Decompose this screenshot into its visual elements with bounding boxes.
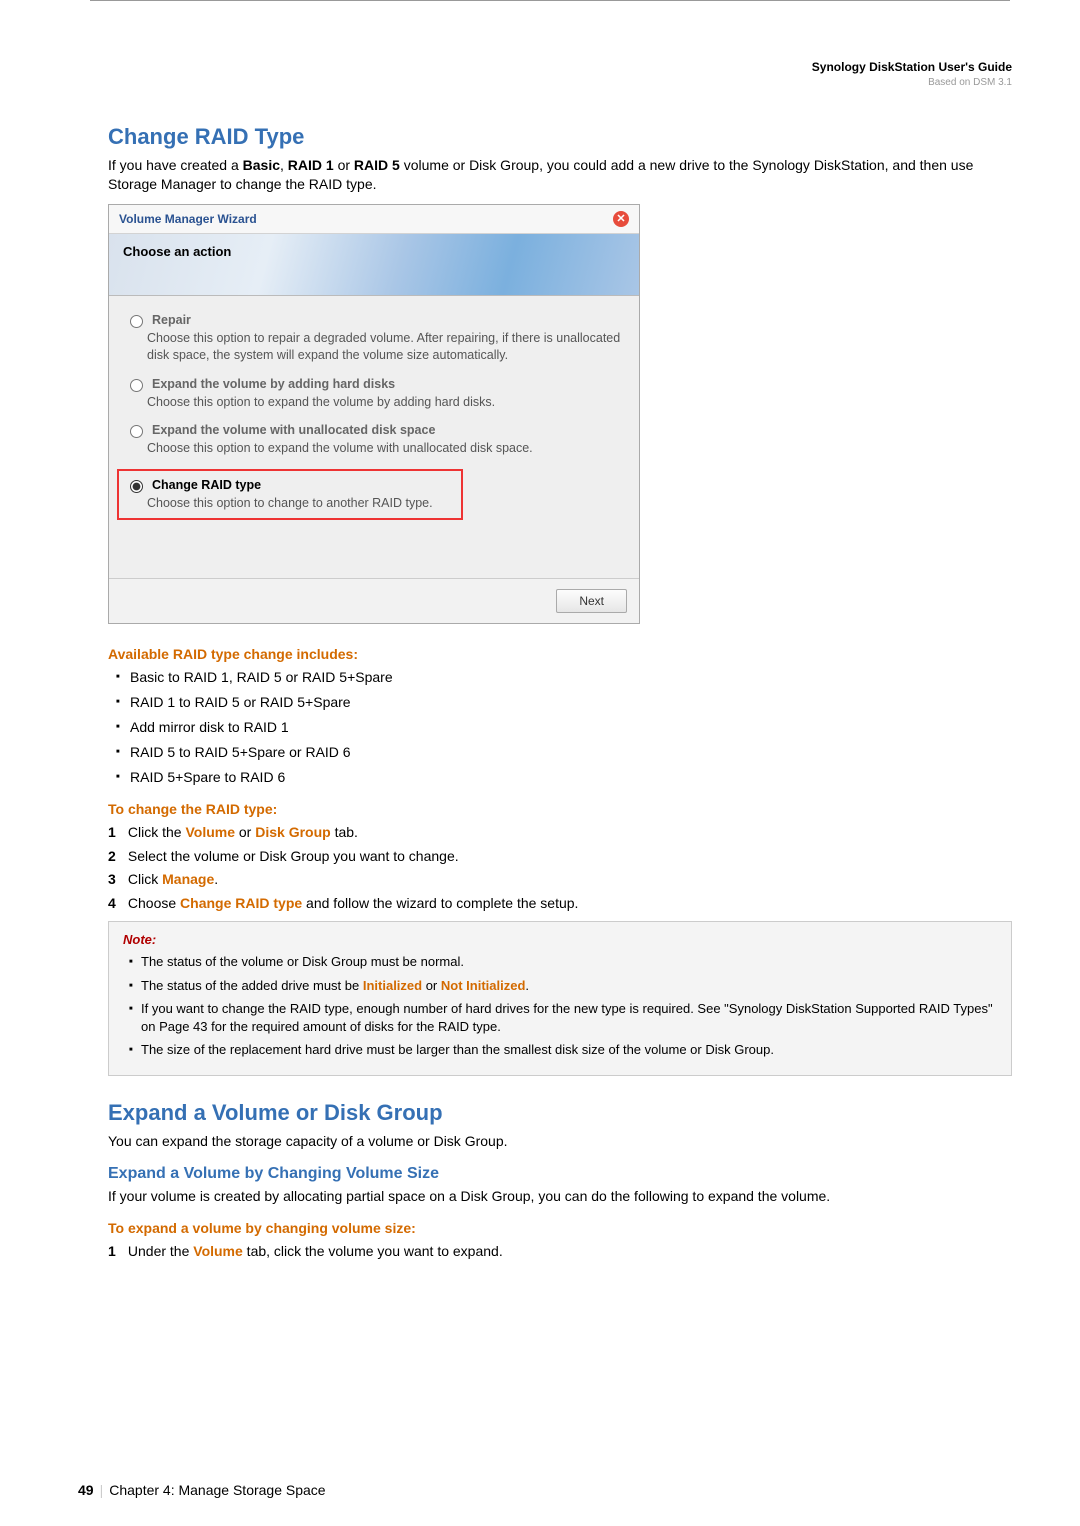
wizard-titlebar: Volume Manager Wizard ✕ <box>109 205 639 234</box>
option-repair[interactable]: Repair Choose this option to repair a de… <box>125 312 623 364</box>
expand-steps: 1 Under the Volume tab, click the volume… <box>108 1242 1012 1261</box>
list-item: RAID 5 to RAID 5+Spare or RAID 6 <box>108 743 1012 762</box>
note-item: The size of the replacement hard drive m… <box>123 1041 997 1059</box>
step-2: 2 Select the volume or Disk Group you wa… <box>108 847 1012 866</box>
available-raid-title: Available RAID type change includes: <box>108 646 1012 662</box>
to-change-steps: 1 Click the Volume or Disk Group tab. 2 … <box>108 823 1012 914</box>
section-change-raid-title: Change RAID Type <box>108 124 1012 150</box>
note-item: The status of the volume or Disk Group m… <box>123 953 997 971</box>
note-box: Note: The status of the volume or Disk G… <box>108 921 1012 1076</box>
guide-title: Synology DiskStation User's Guide <box>812 60 1012 74</box>
step-1: 1 Under the Volume tab, click the volume… <box>108 1242 1012 1261</box>
page-number: 49 <box>78 1482 94 1498</box>
section-change-raid-intro: If you have created a Basic, RAID 1 or R… <box>108 156 1012 194</box>
note-item: If you want to change the RAID type, eno… <box>123 1000 997 1035</box>
list-item: RAID 5+Spare to RAID 6 <box>108 768 1012 787</box>
radio-change-raid[interactable] <box>130 480 143 493</box>
page-header: Synology DiskStation User's Guide Based … <box>108 60 1012 88</box>
section-expand-title: Expand a Volume or Disk Group <box>108 1100 1012 1126</box>
list-item: Add mirror disk to RAID 1 <box>108 718 1012 737</box>
step-3: 3 Click Manage. <box>108 870 1012 889</box>
list-item: RAID 1 to RAID 5 or RAID 5+Spare <box>108 693 1012 712</box>
wizard-title: Volume Manager Wizard <box>119 212 257 226</box>
step-1: 1 Click the Volume or Disk Group tab. <box>108 823 1012 842</box>
wizard-body: Repair Choose this option to repair a de… <box>109 296 639 578</box>
next-button[interactable]: Next <box>556 589 627 613</box>
note-item: The status of the added drive must be In… <box>123 977 997 995</box>
close-icon[interactable]: ✕ <box>613 211 629 227</box>
section-expand-intro: You can expand the storage capacity of a… <box>108 1132 1012 1151</box>
volume-manager-wizard: Volume Manager Wizard ✕ Choose an action… <box>108 204 640 624</box>
list-item: Basic to RAID 1, RAID 5 or RAID 5+Spare <box>108 668 1012 687</box>
guide-sub: Based on DSM 3.1 <box>928 77 1012 88</box>
wizard-footer: Next <box>109 578 639 623</box>
radio-repair[interactable] <box>130 315 143 328</box>
note-title: Note: <box>123 932 997 947</box>
available-raid-list: Basic to RAID 1, RAID 5 or RAID 5+Spare … <box>108 668 1012 786</box>
expand-steps-title: To expand a volume by changing volume si… <box>108 1220 1012 1236</box>
chapter-title: Chapter 4: Manage Storage Space <box>109 1482 325 1498</box>
option-expand-unalloc[interactable]: Expand the volume with unallocated disk … <box>125 422 623 457</box>
expand-sub-title: Expand a Volume by Changing Volume Size <box>108 1165 1012 1183</box>
expand-sub-intro: If your volume is created by allocating … <box>108 1187 1012 1206</box>
page-footer: 49|Chapter 4: Manage Storage Space <box>78 1482 326 1498</box>
option-expand-add[interactable]: Expand the volume by adding hard disks C… <box>125 376 623 411</box>
radio-expand-unalloc[interactable] <box>130 425 143 438</box>
radio-expand-add[interactable] <box>130 379 143 392</box>
option-change-raid[interactable]: Change RAID type Choose this option to c… <box>117 469 463 520</box>
step-4: 4 Choose Change RAID type and follow the… <box>108 894 1012 913</box>
to-change-title: To change the RAID type: <box>108 801 1012 817</box>
wizard-banner: Choose an action <box>109 234 639 296</box>
